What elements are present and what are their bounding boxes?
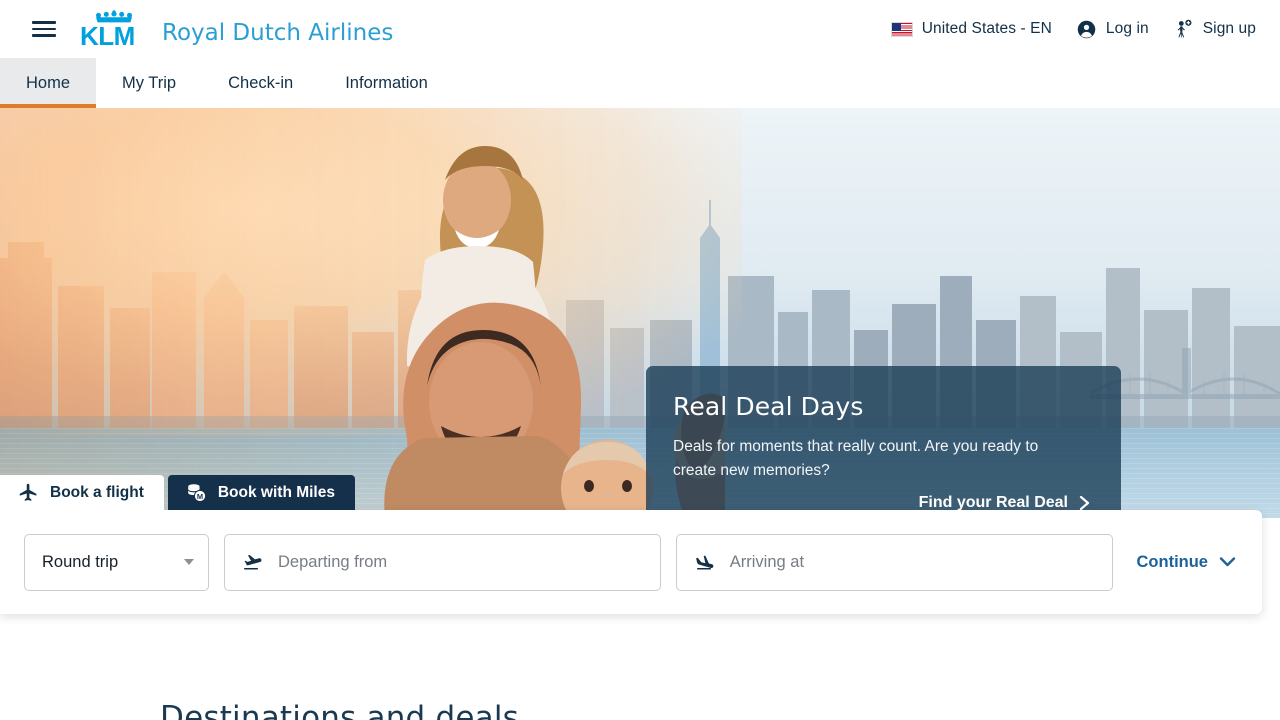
nav-tab-check-in-label: Check-in (228, 73, 294, 92)
us-flag-icon (890, 21, 913, 37)
arriving-at-placeholder: Arriving at (729, 552, 805, 571)
hamburger-menu-icon[interactable] (32, 16, 58, 42)
nav-tab-information[interactable]: Information (319, 58, 454, 108)
svg-text:M: M (197, 492, 203, 501)
login-button[interactable]: Log in (1076, 19, 1149, 40)
chevron-down-icon (1219, 557, 1236, 567)
promo-title: Real Deal Days (673, 392, 864, 421)
nav-tab-home[interactable]: Home (0, 58, 97, 108)
trip-type-select[interactable]: Round trip (24, 533, 209, 591)
main-navigation: Home My Trip Check-in Information (0, 58, 1280, 108)
signup-label: Sign up (1202, 20, 1256, 37)
nav-tab-my-trip[interactable]: My Trip (96, 58, 202, 108)
hero-banner: Real Deal Days Deals for moments that re… (0, 108, 1280, 518)
login-label: Log in (1105, 20, 1149, 37)
signup-button[interactable]: Sign up (1173, 19, 1256, 40)
nav-tab-information-label: Information (345, 73, 428, 92)
continue-label: Continue (1136, 552, 1209, 571)
departing-from-placeholder: Departing from (278, 552, 388, 571)
departing-from-input[interactable]: Departing from (224, 533, 661, 591)
airplane-takeoff-icon (244, 555, 262, 570)
site-header: KLM Royal Dutch Airlines United States -… (0, 0, 1280, 58)
tab-book-a-flight-label: Book a flight (50, 483, 144, 501)
nav-tab-check-in[interactable]: Check-in (202, 58, 319, 108)
header-actions: United States - EN Log in Sign up (890, 19, 1256, 40)
trip-type-value: Round trip (42, 552, 119, 571)
tab-book-with-miles-label: Book with Miles (217, 483, 335, 501)
continue-button[interactable]: Continue (1137, 553, 1243, 572)
destinations-and-deals-heading: Destinations and deals (160, 700, 519, 720)
nav-tab-home-label: Home (26, 73, 71, 92)
account-circle-icon (1077, 20, 1096, 38)
klm-wordmark: KLM (80, 21, 135, 51)
locale-selector[interactable]: United States - EN (890, 20, 1052, 38)
locale-label: United States - EN (921, 20, 1052, 37)
nav-tab-my-trip-label: My Trip (122, 73, 177, 92)
tab-book-a-flight[interactable]: Book a flight (0, 475, 164, 510)
brand-name: Royal Dutch Airlines (162, 20, 394, 46)
tab-book-with-miles[interactable]: M Book with Miles (167, 475, 355, 510)
klm-crown-logo-mark: KLM (80, 9, 148, 49)
flight-search-panel: Round trip Departing from Arriving at Co… (0, 510, 1262, 614)
person-add-icon (1177, 19, 1192, 37)
booking-widget-tabs: Book a flight M Book with Miles (0, 475, 355, 510)
klm-logo[interactable]: KLM Royal Dutch Airlines (80, 9, 393, 49)
miles-coins-icon: M (188, 484, 206, 503)
arriving-at-input[interactable]: Arriving at (675, 533, 1113, 591)
promo-description: Deals for moments that really count. Are… (673, 438, 1039, 479)
chevron-down-icon (184, 559, 194, 565)
promo-card-real-deal-days[interactable]: Real Deal Days Deals for moments that re… (646, 366, 1121, 518)
klm-homepage: KLM Royal Dutch Airlines United States -… (0, 0, 1280, 720)
airplane-icon (19, 483, 37, 501)
airplane-landing-icon (695, 555, 714, 570)
chevron-right-icon (1079, 495, 1090, 511)
below-fold-section: Destinations and deals (0, 614, 1280, 720)
